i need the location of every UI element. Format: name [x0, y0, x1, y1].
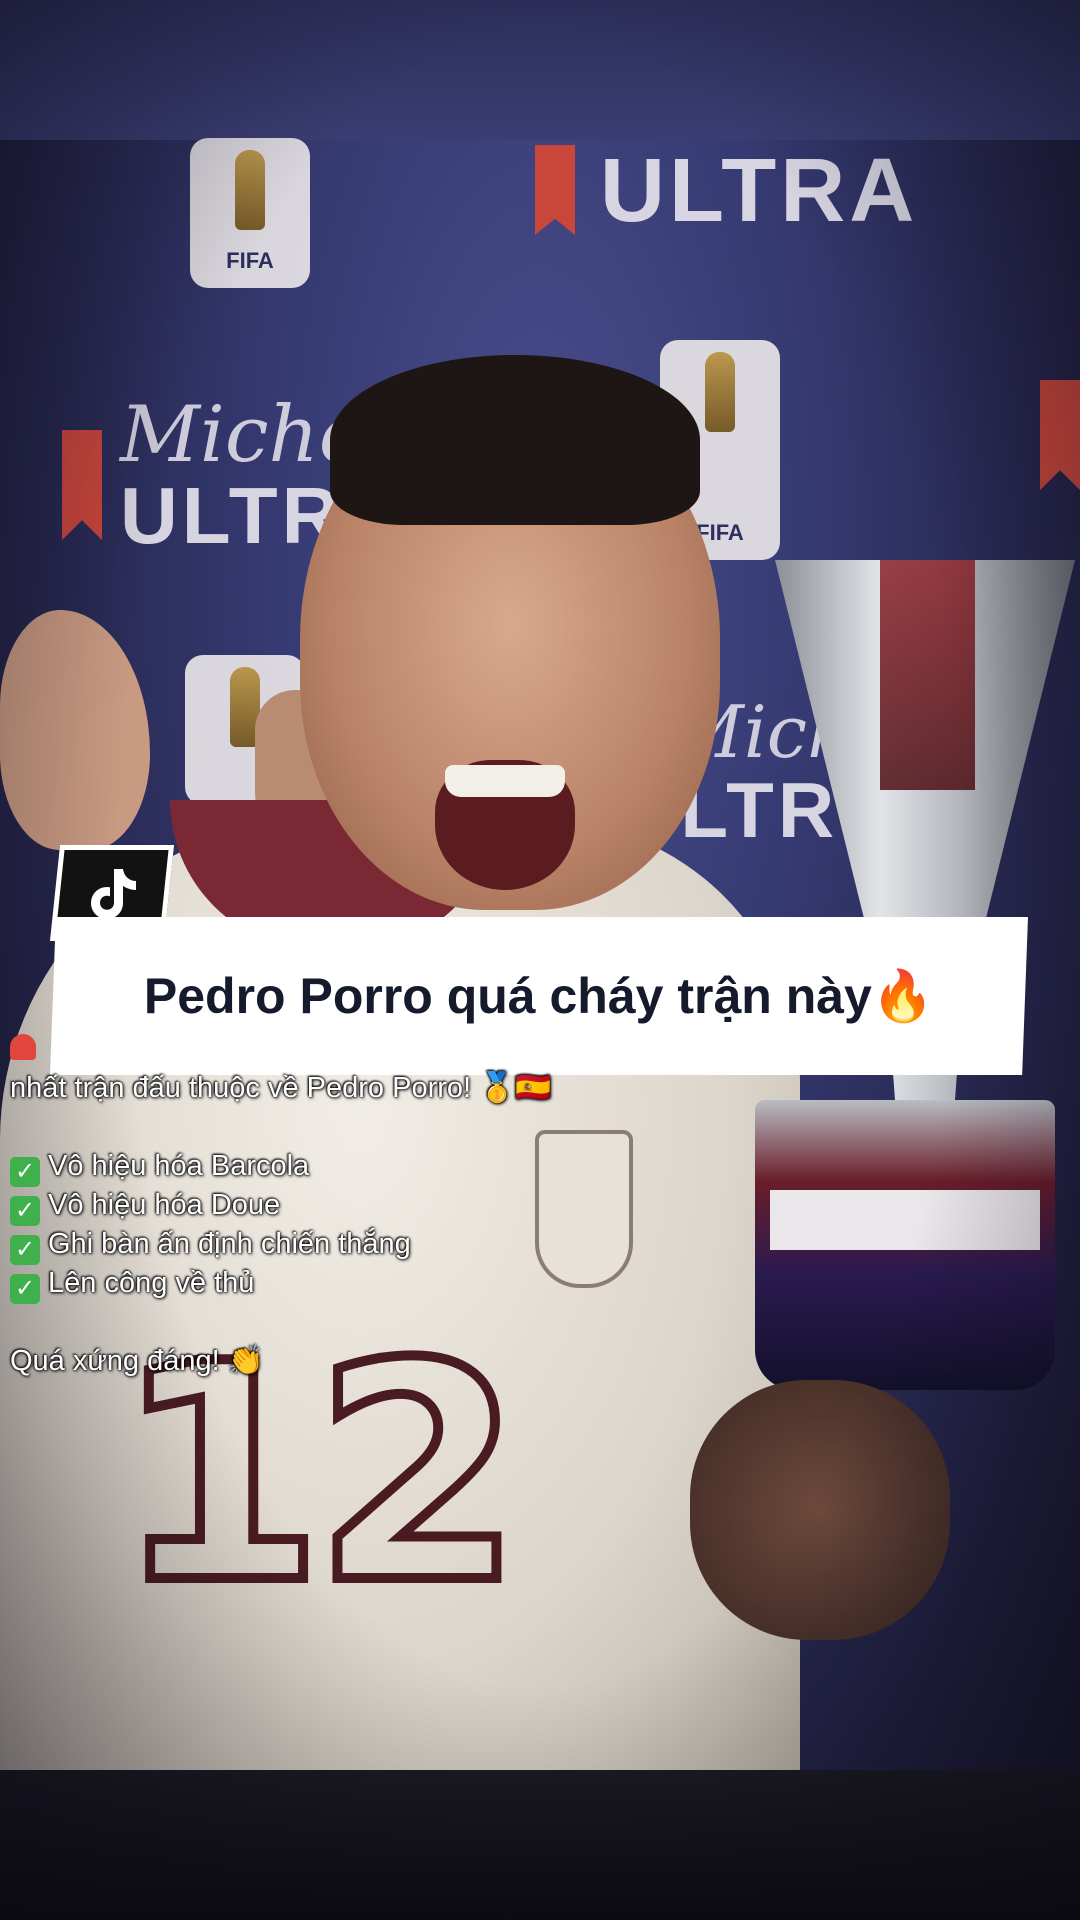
caption-lead-line — [10, 1030, 710, 1069]
check-icon: ✓ — [10, 1196, 40, 1226]
ribbon-logo-left — [62, 430, 102, 540]
check-icon: ✓ — [10, 1274, 40, 1304]
player-hair — [330, 355, 700, 525]
sponsor-ultra-top: ULTRA — [600, 141, 919, 241]
ribbon-logo-right — [1040, 380, 1080, 490]
player-teeth — [445, 765, 565, 797]
siren-icon — [10, 1034, 36, 1060]
player-arm — [690, 1380, 950, 1640]
top-dark-band — [0, 0, 1080, 140]
caption-overlay: nhất trận đấu thuộc về Pedro Porro! 🥇🇪🇸 … — [10, 1030, 710, 1381]
raised-fist — [0, 610, 150, 850]
checklist-item: ✓ Lên công về thủ — [10, 1264, 710, 1304]
video-title: Pedro Porro quá cháy trận này🔥 — [143, 967, 935, 1024]
trophy-red-panel — [880, 560, 975, 790]
caption-intro: nhất trận đấu thuộc về Pedro Porro! 🥇🇪🇸 — [10, 1072, 552, 1104]
video-frame: FIFA ULTRA Michelo ULTR FIFA Michel ULTR… — [0, 0, 1080, 1920]
fifa-logo-top-left: FIFA — [190, 138, 310, 288]
checklist-item: ✓ Ghi bàn ấn định chiến thắng — [10, 1225, 710, 1265]
bottom-dark-band — [0, 1770, 1080, 1920]
tiktok-note-icon — [91, 869, 136, 919]
ribbon-logo — [535, 145, 575, 235]
checklist-item: ✓ Vô hiệu hóa Barcola — [10, 1147, 710, 1187]
sponsor-ultra-left: ULTR — [120, 471, 344, 560]
trophy-band — [770, 1190, 1040, 1250]
check-icon: ✓ — [10, 1235, 40, 1265]
caption-closing: Quá xứng đáng! 👏 — [10, 1345, 264, 1377]
checklist-item: ✓ Vô hiệu hóa Doue — [10, 1186, 710, 1226]
check-icon: ✓ — [10, 1157, 40, 1187]
